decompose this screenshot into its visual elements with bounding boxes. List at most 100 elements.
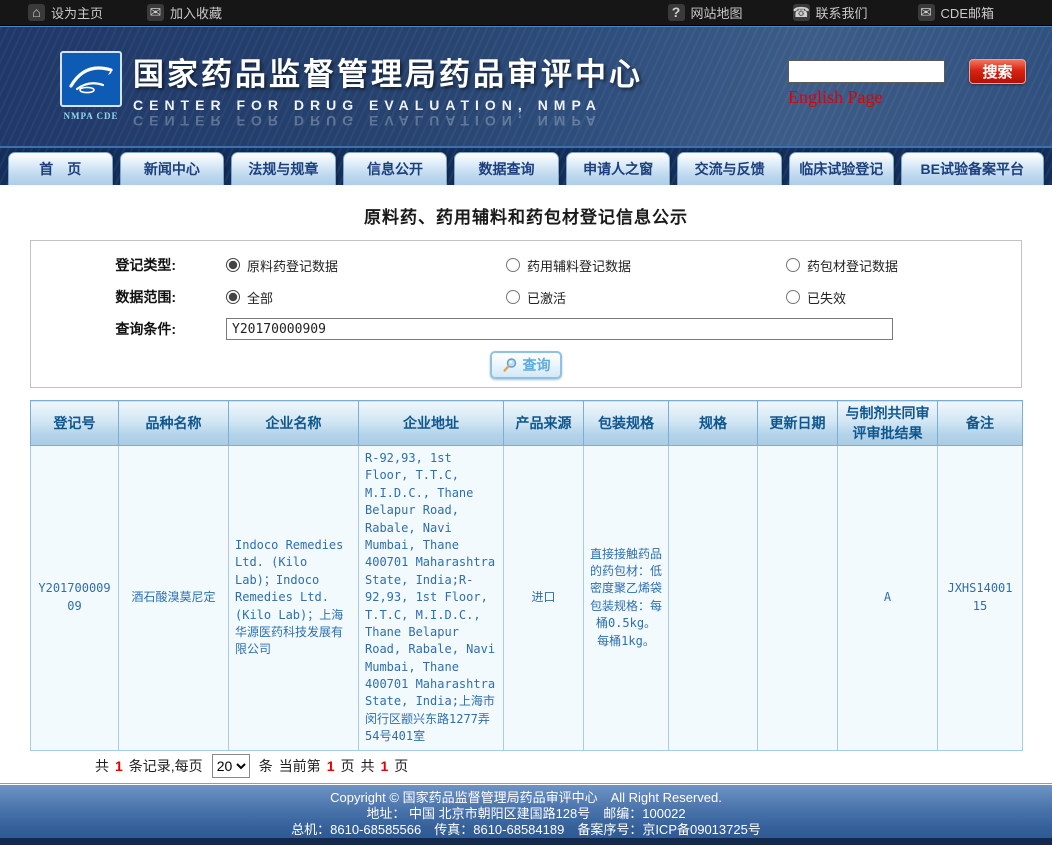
page-title: 原料药、药用辅料和药包材登记信息公示 — [0, 185, 1052, 228]
scope-option-expired-label: 已失效 — [807, 288, 846, 307]
query-button[interactable]: 查询 — [490, 351, 562, 379]
site-search-input[interactable] — [788, 60, 945, 83]
home-icon: ⌂ — [28, 4, 45, 21]
reg-type-radio-excipient[interactable] — [506, 258, 520, 272]
cde-logo: NMPA CDE — [56, 51, 126, 121]
results-table-wrap: 登记号 品种名称 企业名称 企业地址 产品来源 包装规格 规格 更新日期 与制剂… — [30, 400, 1022, 751]
add-favorite-label: 加入收藏 — [170, 3, 222, 22]
logo-swoosh-icon — [65, 56, 117, 102]
contact-us-label: 联系我们 — [816, 3, 868, 22]
cell-product-name: 酒石酸溴莫尼定 — [119, 446, 229, 751]
table-header-row: 登记号 品种名称 企业名称 企业地址 产品来源 包装规格 规格 更新日期 与制剂… — [31, 401, 1023, 446]
reg-type-option-excipient-label: 药用辅料登记数据 — [527, 256, 631, 275]
reg-type-label: 登记类型: — [31, 255, 176, 275]
reg-type-option-packaging-label: 药包材登记数据 — [807, 256, 898, 275]
data-scope-label: 数据范围: — [31, 287, 176, 307]
site-subtitle: CENTER FOR DRUG EVALUATION, NMPA — [133, 97, 643, 113]
reg-type-option-api-label: 原料药登记数据 — [247, 256, 338, 275]
pager-current-page: 1 — [327, 758, 335, 774]
page-size-select[interactable]: 20 — [212, 754, 250, 778]
pagination-bar: 共 1 条记录,每页 20 条 当前第 1 页 共 1 页 — [30, 751, 1022, 781]
scope-radio-active[interactable] — [506, 290, 520, 304]
set-homepage-label: 设为主页 — [51, 3, 103, 22]
col-header-update-date: 更新日期 — [758, 401, 838, 446]
pager-per-page-text: 条记录,每页 — [129, 756, 203, 776]
cell-packaging: 直接接触药品的药包材：低密度聚乙烯袋包装规格：每桶0.5kg。每桶1kg。 — [584, 446, 669, 751]
cell-reg-no: Y20170000909 — [31, 446, 119, 751]
mail-icon: ✉ — [918, 4, 935, 21]
col-header-packaging: 包装规格 — [584, 401, 669, 446]
nav-tab-applicant-window[interactable]: 申请人之窗 — [566, 152, 671, 185]
phone-icon: ☎ — [793, 4, 810, 21]
table-row: Y20170000909 酒石酸溴莫尼定 Indoco Remedies Ltd… — [31, 446, 1023, 751]
nav-tab-clinical-trial[interactable]: 临床试验登记 — [789, 152, 894, 185]
cde-mail-link[interactable]: ✉ CDE邮箱 — [918, 3, 994, 22]
nav-tab-info-disclosure[interactable]: 信息公开 — [343, 152, 448, 185]
nav-tab-news[interactable]: 新闻中心 — [120, 152, 225, 185]
col-header-company-address: 企业地址 — [359, 401, 504, 446]
col-header-product-name: 品种名称 — [119, 401, 229, 446]
nav-tab-data-query[interactable]: 数据查询 — [454, 152, 559, 185]
site-search-button[interactable]: 搜索 — [969, 59, 1026, 84]
logo-caption: NMPA CDE — [56, 111, 126, 121]
query-button-row: 查询 — [31, 351, 1021, 379]
reg-type-radio-packaging[interactable] — [786, 258, 800, 272]
cell-remark: JXHS1400115 — [938, 446, 1023, 751]
nav-tab-feedback[interactable]: 交流与反馈 — [677, 152, 782, 185]
cell-review-result: A — [838, 446, 938, 751]
sitemap-link[interactable]: ? 网站地图 — [668, 3, 743, 22]
cell-spec — [669, 446, 758, 751]
query-form: 登记类型: 原料药登记数据 药用辅料登记数据 药包材登记数据 数据范围: 全部 — [30, 240, 1022, 388]
site-title: 国家药品监督管理局药品审评中心 — [133, 49, 643, 94]
site-footer: Copyright © 国家药品监督管理局药品审评中心 All Right Re… — [0, 785, 1052, 845]
nav-tab-regulations[interactable]: 法规与规章 — [231, 152, 336, 185]
contact-us-link[interactable]: ☎ 联系我们 — [793, 3, 868, 22]
pager-total-pages: 1 — [380, 758, 388, 774]
site-subtitle-reflection: CENTER FOR DRUG EVALUATION, NMPA — [133, 113, 643, 129]
reg-type-option-excipient[interactable]: 药用辅料登记数据 — [506, 256, 786, 275]
col-header-reg-no: 登记号 — [31, 401, 119, 446]
cell-company-address: R-92,93, 1st Floor, T.T.C, M.I.D.C., Tha… — [359, 446, 504, 751]
set-homepage-link[interactable]: ⌂ 设为主页 — [28, 3, 103, 22]
reg-type-row: 登记类型: 原料药登记数据 药用辅料登记数据 药包材登记数据 — [31, 253, 1021, 277]
cde-logo-icon — [60, 51, 122, 107]
scope-option-active[interactable]: 已激活 — [506, 288, 786, 307]
mail-icon: ✉ — [147, 4, 164, 21]
add-favorite-link[interactable]: ✉ 加入收藏 — [147, 3, 222, 22]
cell-company-name: Indoco Remedies Ltd. (Kilo Lab)；Indoco R… — [229, 446, 359, 751]
col-header-review-result: 与制剂共同审评审批结果 — [838, 401, 938, 446]
search-icon — [502, 357, 518, 373]
pager-pages-prefix: 共 — [360, 756, 374, 776]
nav-tab-home[interactable]: 首 页 — [8, 152, 113, 185]
col-header-company-name: 企业名称 — [229, 401, 359, 446]
query-button-label: 查询 — [523, 355, 551, 375]
footer-copyright: Copyright © 国家药品监督管理局药品审评中心 All Right Re… — [0, 790, 1052, 806]
nav-tab-be-platform[interactable]: BE试验备案平台 — [901, 152, 1045, 185]
english-page-link[interactable]: English Page — [788, 87, 883, 108]
scope-option-active-label: 已激活 — [527, 288, 566, 307]
footer-address: 地址： 中国 北京市朝阳区建国路128号 邮编：100022 — [0, 806, 1052, 822]
col-header-source: 产品来源 — [504, 401, 584, 446]
cell-update-date — [758, 446, 838, 751]
query-condition-input[interactable] — [226, 318, 893, 340]
footer-text-block: Copyright © 国家药品监督管理局药品审评中心 All Right Re… — [0, 785, 1052, 838]
cde-mail-label: CDE邮箱 — [941, 3, 994, 22]
results-table: 登记号 品种名称 企业名称 企业地址 产品来源 包装规格 规格 更新日期 与制剂… — [30, 400, 1023, 751]
question-icon: ? — [668, 4, 685, 21]
topbar-left-links: ⌂ 设为主页 ✉ 加入收藏 — [28, 3, 222, 22]
scope-radio-all[interactable] — [226, 290, 240, 304]
top-utility-bar: ⌂ 设为主页 ✉ 加入收藏 ? 网站地图 ☎ 联系我们 ✉ CDE邮箱 — [0, 0, 1052, 26]
scope-option-expired[interactable]: 已失效 — [786, 288, 1052, 307]
scope-radio-expired[interactable] — [786, 290, 800, 304]
data-scope-row: 数据范围: 全部 已激活 已失效 — [31, 285, 1021, 309]
footer-bottom-strip — [0, 838, 1052, 845]
reg-type-option-api[interactable]: 原料药登记数据 — [226, 256, 506, 275]
reg-type-option-packaging[interactable]: 药包材登记数据 — [786, 256, 1052, 275]
footer-contact: 总机：8610-68585566 传真：8610-68584189 备案序号：京… — [0, 822, 1052, 838]
query-condition-label: 查询条件: — [31, 319, 176, 339]
reg-type-radio-api[interactable] — [226, 258, 240, 272]
main-navigation: 首 页 新闻中心 法规与规章 信息公开 数据查询 申请人之窗 交流与反馈 临床试… — [0, 148, 1052, 185]
scope-option-all[interactable]: 全部 — [226, 288, 506, 307]
pager-total-count: 1 — [115, 758, 123, 774]
pager-current-prefix: 当前第 — [279, 756, 321, 776]
